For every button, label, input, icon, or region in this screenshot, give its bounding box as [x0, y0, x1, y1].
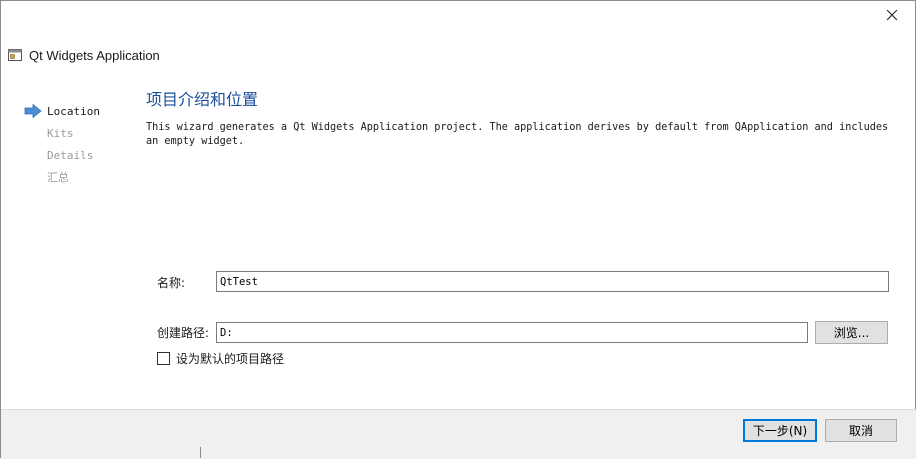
- step-kits: Kits: [24, 125, 100, 147]
- name-input[interactable]: [216, 271, 889, 292]
- wizard-title: Qt Widgets Application: [29, 47, 160, 63]
- path-input[interactable]: [216, 322, 808, 343]
- next-button[interactable]: 下一步(N): [743, 419, 817, 442]
- step-summary: 汇总: [24, 169, 100, 191]
- name-label: 名称:: [157, 276, 186, 290]
- window-frame: [0, 0, 916, 458]
- browse-button[interactable]: 浏览...: [815, 321, 888, 344]
- default-path-checkbox[interactable]: 设为默认的项目路径: [157, 350, 284, 367]
- cancel-button[interactable]: 取消: [825, 419, 897, 442]
- close-icon: [886, 9, 898, 21]
- page-title: 项目介绍和位置: [146, 90, 259, 109]
- step-label: Location: [47, 105, 100, 118]
- qt-app-window-icon: [8, 49, 22, 61]
- current-step-arrow-icon: [24, 104, 42, 118]
- wizard-title-row: Qt Widgets Application: [8, 46, 160, 64]
- step-details: Details: [24, 147, 100, 169]
- step-label: Details: [47, 149, 94, 162]
- step-location: Location: [24, 103, 100, 125]
- step-label: 汇总: [47, 171, 69, 184]
- step-label: Kits: [47, 127, 74, 140]
- checkbox-label: 设为默认的项目路径: [176, 352, 285, 366]
- page-description: This wizard generates a Qt Widgets Appli…: [146, 122, 889, 147]
- close-button[interactable]: [880, 4, 904, 26]
- wizard-steps-nav: Location Kits Details 汇总: [24, 103, 100, 191]
- footer-divider-tick: [200, 447, 201, 458]
- path-label: 创建路径:: [157, 326, 210, 340]
- footer-left-edge: [0, 409, 1, 458]
- checkbox-box[interactable]: [157, 352, 170, 365]
